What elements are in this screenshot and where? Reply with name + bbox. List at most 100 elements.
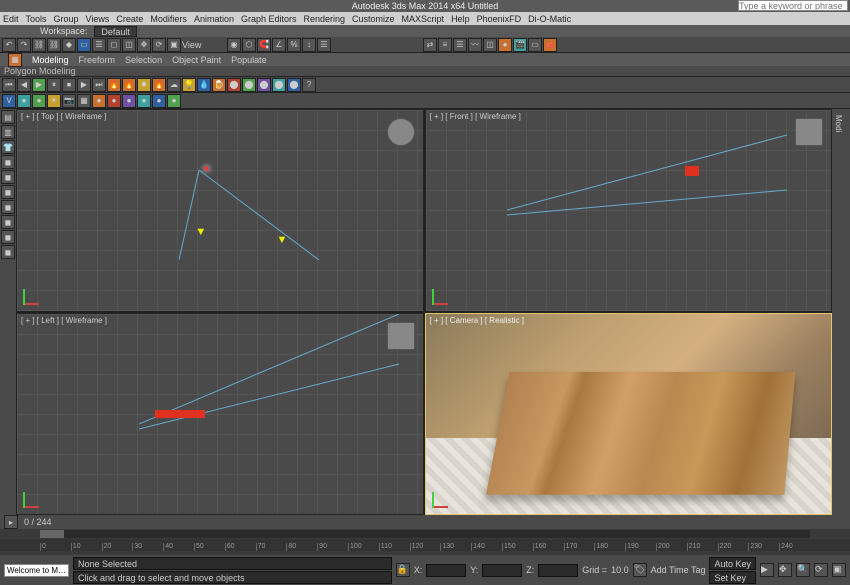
menu-tools[interactable]: Tools xyxy=(26,14,47,24)
ref-coord-selector[interactable]: View xyxy=(182,40,226,50)
workspace-selector[interactable]: Default xyxy=(94,26,137,37)
rotate-icon[interactable]: ⟳ xyxy=(152,38,166,52)
fire2-icon[interactable]: 🔥 xyxy=(122,78,136,92)
keyword-search-input[interactable] xyxy=(738,0,848,11)
menu-phoenixfd[interactable]: PhoenixFD xyxy=(477,14,522,24)
menu-create[interactable]: Create xyxy=(116,14,143,24)
water-icon[interactable]: 💧 xyxy=(197,78,211,92)
fire-icon[interactable]: 🔥 xyxy=(107,78,121,92)
window-cross-icon[interactable]: ◫ xyxy=(122,38,136,52)
link-icon[interactable]: ⛓ xyxy=(32,38,46,52)
z-input[interactable] xyxy=(538,564,578,577)
menu-views[interactable]: Views xyxy=(86,14,110,24)
beer-icon[interactable]: 🍺 xyxy=(212,78,226,92)
timeline-toggle-icon[interactable]: ▸ xyxy=(4,515,18,529)
vray-e-icon[interactable]: ▦ xyxy=(77,94,91,108)
time-slider-thumb[interactable] xyxy=(40,530,64,538)
ribbon-tab-populate[interactable]: Populate xyxy=(231,55,267,65)
menu-graph-editors[interactable]: Graph Editors xyxy=(241,14,297,24)
menu-animation[interactable]: Animation xyxy=(194,14,234,24)
vray-f-icon[interactable]: ● xyxy=(92,94,106,108)
select-icon[interactable]: ▭ xyxy=(77,38,91,52)
spinner-snap-icon[interactable]: ↕ xyxy=(302,38,316,52)
help-icon[interactable]: ? xyxy=(302,78,316,92)
menu-maxscript[interactable]: MAXScript xyxy=(402,14,445,24)
curve-editor-icon[interactable]: 〰 xyxy=(468,38,482,52)
vray-light-icon[interactable]: ☀ xyxy=(47,94,61,108)
viewport-left-label[interactable]: [ + ] [ Left ] [ Wireframe ] xyxy=(21,316,107,325)
viewcube-icon[interactable] xyxy=(387,118,415,146)
bind-icon[interactable]: ◆ xyxy=(62,38,76,52)
lt-c-icon[interactable]: ◼ xyxy=(1,185,15,199)
nav-pan-icon[interactable]: ✥ xyxy=(778,563,792,577)
percent-snap-icon[interactable]: % xyxy=(287,38,301,52)
angle-snap-icon[interactable]: ∠ xyxy=(272,38,286,52)
menu-diomatic[interactable]: Di-O-Matic xyxy=(528,14,571,24)
schematic-icon[interactable]: ◫ xyxy=(483,38,497,52)
lock-icon[interactable]: 🔒 xyxy=(396,563,410,577)
flame-icon[interactable]: 🔥 xyxy=(152,78,166,92)
modifier-tab[interactable]: Modi xyxy=(832,109,845,138)
menu-edit[interactable]: Edit xyxy=(3,14,19,24)
redo-icon[interactable]: ↷ xyxy=(17,38,31,52)
menu-rendering[interactable]: Rendering xyxy=(304,14,346,24)
vray-a-icon[interactable]: V xyxy=(2,94,16,108)
setkey-button[interactable]: Set Key xyxy=(709,571,756,584)
render-frame-icon[interactable]: ▭ xyxy=(528,38,542,52)
vray-h-icon[interactable]: ● xyxy=(122,94,136,108)
time-tag-icon[interactable]: 🏷 xyxy=(633,563,647,577)
vray-cam-icon[interactable]: 📷 xyxy=(62,94,76,108)
lamp-icon[interactable]: 💡 xyxy=(182,78,196,92)
snap-icon[interactable]: 🧲 xyxy=(257,38,271,52)
ribbon-tab-modeling[interactable]: Modeling xyxy=(32,55,69,65)
stop-icon[interactable]: ⏹ xyxy=(62,78,76,92)
vray-c-icon[interactable]: ● xyxy=(32,94,46,108)
move-icon[interactable]: ✥ xyxy=(137,38,151,52)
sphere-icon[interactable]: ⬤ xyxy=(257,78,271,92)
render-icon[interactable]: 🫖 xyxy=(543,38,557,52)
sphere2-icon[interactable]: ⬤ xyxy=(272,78,286,92)
nav-orbit-icon[interactable]: ⟳ xyxy=(814,563,828,577)
explosion-icon[interactable]: ✸ xyxy=(137,78,151,92)
menu-modifiers[interactable]: Modifiers xyxy=(150,14,187,24)
vray-i-icon[interactable]: ● xyxy=(137,94,151,108)
stop-sim-icon[interactable]: ⬤ xyxy=(227,78,241,92)
add-time-tag[interactable]: Add Time Tag xyxy=(651,565,706,575)
lt-f-icon[interactable]: ◼ xyxy=(1,230,15,244)
viewport-front[interactable]: [ + ] [ Front ] [ Wireframe ] xyxy=(425,109,833,312)
start-sim-icon[interactable]: ⬤ xyxy=(242,78,256,92)
autokey-button[interactable]: Auto Key xyxy=(709,557,756,570)
lt-a-icon[interactable]: ◼ xyxy=(1,155,15,169)
next-frame-icon[interactable]: ▶ xyxy=(77,78,91,92)
scale-icon[interactable]: ▣ xyxy=(167,38,181,52)
play-icon[interactable]: ▶ xyxy=(32,78,46,92)
vray-b-icon[interactable]: ● xyxy=(17,94,31,108)
play-controls-icon[interactable]: ▶ xyxy=(760,563,774,577)
mirror-icon[interactable]: ⇄ xyxy=(423,38,437,52)
vray-k-icon[interactable]: ● xyxy=(167,94,181,108)
ribbon-tab-freeform[interactable]: Freeform xyxy=(79,55,116,65)
sphere3-icon[interactable]: ⬤ xyxy=(287,78,301,92)
tab-panel-icon[interactable]: ▤ xyxy=(1,110,15,124)
align-icon[interactable]: ≡ xyxy=(438,38,452,52)
ribbon-tab-selection[interactable]: Selection xyxy=(125,55,162,65)
lt-d-icon[interactable]: ◼ xyxy=(1,200,15,214)
x-input[interactable] xyxy=(426,564,466,577)
goto-start-icon[interactable]: ⏮ xyxy=(2,78,16,92)
viewport-top-label[interactable]: [ + ] [ Top ] [ Wireframe ] xyxy=(21,112,106,121)
viewport-camera-label[interactable]: [ + ] [ Camera ] [ Realistic ] xyxy=(430,316,524,325)
ribbon-tab-objectpaint[interactable]: Object Paint xyxy=(172,55,221,65)
smoke-icon[interactable]: ☁ xyxy=(167,78,181,92)
time-slider[interactable] xyxy=(40,530,810,538)
goto-end-icon[interactable]: ⏭ xyxy=(92,78,106,92)
manip-icon[interactable]: ⬡ xyxy=(242,38,256,52)
viewport-top[interactable]: [ + ] [ Top ] [ Wireframe ] ▼ ▼ xyxy=(16,109,424,312)
command-panel[interactable]: Modi xyxy=(832,109,850,515)
ribbon-subpanel[interactable]: Polygon Modeling xyxy=(0,66,850,77)
cmd-panel-icon[interactable]: ▥ xyxy=(1,125,15,139)
lt-b-icon[interactable]: ◼ xyxy=(1,170,15,184)
menu-help[interactable]: Help xyxy=(451,14,470,24)
viewport-left[interactable]: [ + ] [ Left ] [ Wireframe ] xyxy=(16,313,424,516)
lt-g-icon[interactable]: ◼ xyxy=(1,245,15,259)
y-input[interactable] xyxy=(482,564,522,577)
